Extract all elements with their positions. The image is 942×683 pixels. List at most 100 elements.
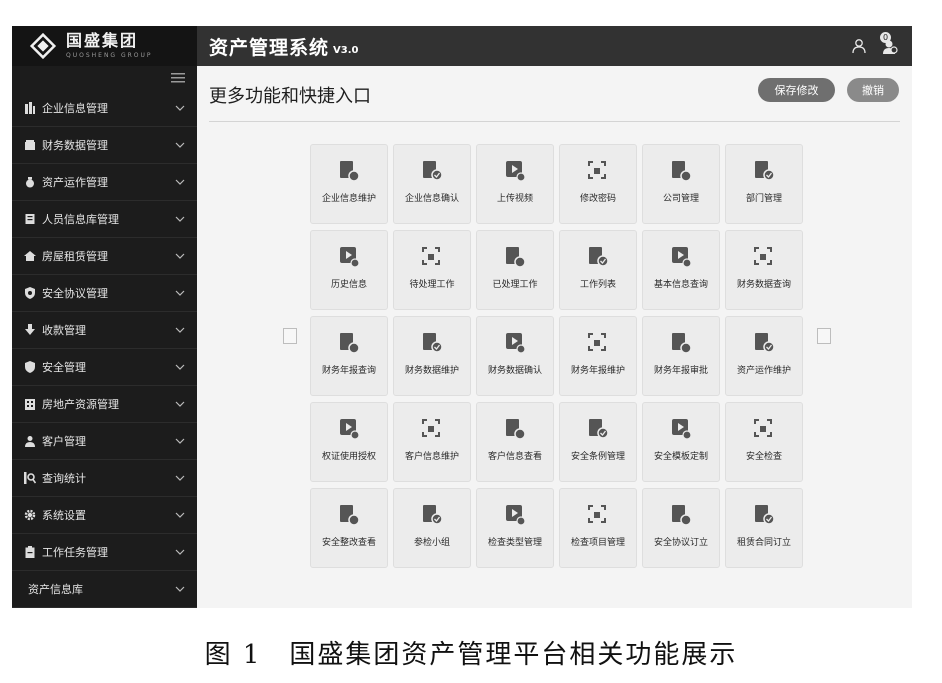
folder-list-icon [588,505,606,523]
system-version: V3.0 [333,44,359,56]
shortcut-tile[interactable]: 检查项目管理 [559,488,637,568]
shortcut-tile[interactable]: 企业信息确认 [393,144,471,224]
sidebar-item-system-settings[interactable]: 系统设置 [12,497,197,534]
shortcut-tile[interactable]: 财务年报维护 [559,316,637,396]
chevron-down-icon [175,547,185,557]
shortcut-tile[interactable]: 安全检查 [725,402,803,482]
shortcut-tile[interactable]: 权证使用授权 [310,402,388,482]
shortcut-tile[interactable]: 已处理工作 [476,230,554,310]
certificate-icon [340,419,360,440]
shortcut-tile-label: 企业信息维护 [321,194,376,204]
bars-gear-icon [423,333,443,353]
barcode-icon [340,247,360,268]
sidebar-item-asset-operation[interactable]: 资产运作管理 [12,164,197,201]
chevron-down-icon [175,399,185,409]
shortcut-tile-label: 财务数据查询 [736,280,791,290]
sidebar-item-real-estate[interactable]: 房地产资源管理 [12,386,197,423]
lock-scan-icon [588,161,606,179]
scroll-right-button[interactable] [817,328,831,344]
shortcut-tile-label: 租赁合同订立 [736,538,791,548]
chevron-down-icon [175,473,185,483]
shortcut-tile[interactable]: 租赁合同订立 [725,488,803,568]
shortcut-tile[interactable]: 安全条例管理 [559,402,637,482]
sidebar: 国盛集团 QUOSHENG GROUP 企业信息管理 财务数据管理 资产运作管理… [12,26,197,608]
shortcut-tile[interactable]: 资产运作维护 [725,316,803,396]
brand-subtitle: QUOSHENG GROUP [66,52,153,60]
shortcut-tile[interactable]: 财务年报查询 [310,316,388,396]
content-panel: 更多功能和快捷入口 保存修改 撤销 企业信息维护 企业信息确认 上传视频 修改密码 公司… [197,66,912,608]
shortcut-tile[interactable]: 客户信息查看 [476,402,554,482]
brand-logo-icon [28,31,58,61]
user-profile-button[interactable] [848,35,870,57]
shortcut-tile[interactable]: 安全整改查看 [310,488,388,568]
shortcut-tile[interactable]: 检查类型管理 [476,488,554,568]
shortcut-tile-label: 安全整改查看 [321,538,376,548]
shortcut-tile[interactable]: 历史信息 [310,230,388,310]
shield-icon [24,361,36,373]
shortcut-tile[interactable]: 财务数据查询 [725,230,803,310]
clipboard-list-icon [589,247,609,267]
notification-badge: 0 [880,32,891,43]
shortcut-tile[interactable]: 基本信息查询 [642,230,720,310]
sidebar-item-house-lease[interactable]: 房屋租赁管理 [12,238,197,275]
user-icon [852,39,866,54]
shield-check-icon [672,505,692,526]
sidebar-item-finance-data[interactable]: 财务数据管理 [12,127,197,164]
sidebar-item-personnel-db[interactable]: 人员信息库管理 [12,201,197,238]
doc-shield-icon [589,419,609,439]
sidebar-item-asset-db[interactable]: 资产信息库 [12,571,197,608]
scroll-left-button[interactable] [283,328,297,344]
shortcut-tile-label: 修改密码 [579,194,616,204]
building-icon [24,102,36,114]
gear-icon [24,509,36,521]
shortcut-tile[interactable]: 安全模板定制 [642,402,720,482]
sidebar-item-label: 系统设置 [42,509,86,522]
sidebar-item-enterprise-info[interactable]: 企业信息管理 [12,90,197,127]
shortcut-tile[interactable]: 财务数据维护 [393,316,471,396]
doc-gear-icon [340,161,360,182]
shortcut-tile-label: 基本信息查询 [653,280,708,290]
doc-check-icon [423,161,443,181]
shortcut-tile[interactable]: 部门管理 [725,144,803,224]
figure-caption: 图 1 国盛集团资产管理平台相关功能展示 [204,640,738,670]
shortcut-tile-label: 部门管理 [745,194,782,204]
money-bag-icon [24,176,36,188]
menu-toggle[interactable] [12,66,197,90]
notification-button[interactable]: 0 [878,32,900,57]
shortcut-tile[interactable]: 公司管理 [642,144,720,224]
blocks-icon [672,419,692,440]
shortcut-tile[interactable]: 参检小组 [393,488,471,568]
shortcut-tile[interactable]: 上传视频 [476,144,554,224]
sidebar-item-customer[interactable]: 客户管理 [12,423,197,460]
sidebar-item-label: 财务数据管理 [42,139,108,152]
chevron-down-icon [175,436,185,446]
sidebar-item-label: 安全协议管理 [42,287,108,300]
shortcut-tile[interactable]: 修改密码 [559,144,637,224]
chevron-down-icon [175,103,185,113]
sidebar-item-work-tasks[interactable]: 工作任务管理 [12,534,197,571]
sidebar-item-query-stats[interactable]: 查询统计 [12,460,197,497]
cancel-button[interactable]: 撤销 [847,78,899,102]
shortcut-grid: 企业信息维护 企业信息确认 上传视频 修改密码 公司管理 部门管理历史信息 待处理工作 已处理… [310,144,803,568]
doc-edit-icon [506,505,526,526]
brand-logo[interactable]: 国盛集团 QUOSHENG GROUP [12,26,197,67]
sidebar-item-collection[interactable]: 收款管理 [12,312,197,349]
sidebar-item-security-agreement[interactable]: 安全协议管理 [12,275,197,312]
shortcut-tile[interactable]: 安全协议订立 [642,488,720,568]
shortcut-tile[interactable]: 工作列表 [559,230,637,310]
shortcut-tile[interactable]: 企业信息维护 [310,144,388,224]
shortcut-tile[interactable]: 客户信息维护 [393,402,471,482]
doc-gear2-icon [755,505,775,525]
shortcut-tile-label: 安全模板定制 [653,452,708,462]
sidebar-item-safety[interactable]: 安全管理 [12,349,197,386]
sidebar-item-label: 企业信息管理 [42,102,108,115]
top-bar: 资产管理系统 V3.0 0 [197,26,912,66]
sidebar-item-label: 查询统计 [42,472,86,485]
shield-gear-icon [24,287,36,299]
shortcut-tile[interactable]: 财务数据确认 [476,316,554,396]
magnifier-chart-icon [754,247,772,265]
shortcut-tile[interactable]: 待处理工作 [393,230,471,310]
shortcut-tile[interactable]: 财务年报审批 [642,316,720,396]
save-button[interactable]: 保存修改 [758,78,835,102]
chevron-down-icon [175,362,185,372]
